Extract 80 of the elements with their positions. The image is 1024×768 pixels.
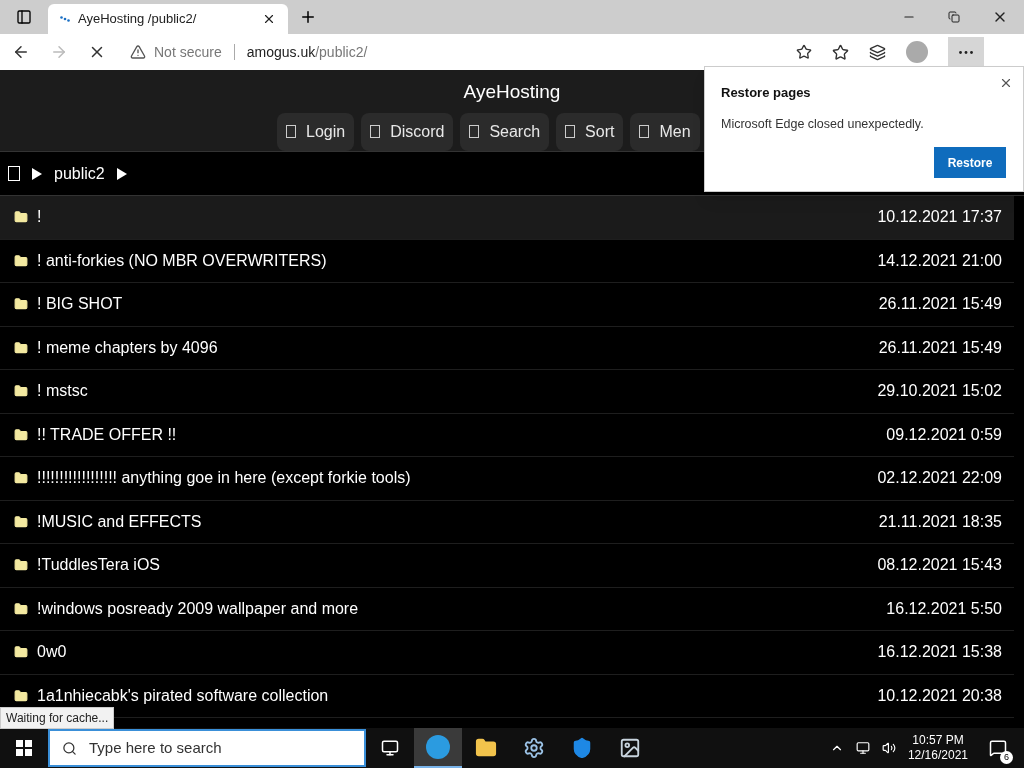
volume-icon[interactable] — [881, 741, 896, 755]
file-date: 10.12.2021 17:37 — [877, 207, 1002, 228]
tab-title: AyeHosting /public2/ — [78, 10, 198, 29]
site-title: AyeHosting — [463, 80, 561, 104]
folder-icon — [14, 340, 28, 355]
file-date: 14.12.2021 21:00 — [877, 250, 1002, 271]
more-icon — [959, 50, 973, 54]
warning-icon — [130, 44, 146, 60]
folder-icon — [14, 210, 28, 225]
new-tab-icon[interactable] — [299, 8, 317, 26]
restore-button[interactable]: Restore — [934, 147, 1006, 179]
nav-button[interactable]: Sort — [556, 112, 624, 151]
file-name: 1a1nhiecabk's pirated software collection — [37, 685, 330, 706]
folder-icon — [14, 384, 28, 399]
folder-icon — [14, 253, 28, 268]
folder-icon — [14, 471, 28, 486]
favorites-icon[interactable] — [832, 43, 849, 61]
play-arrow-icon[interactable] — [32, 167, 42, 180]
file-date: 21.11.2021 18:35 — [878, 511, 1002, 532]
add-favorite-icon[interactable] — [796, 44, 812, 60]
browser-tab[interactable]: AyeHosting /public2/ — [48, 4, 288, 34]
clock-time[interactable]: 10:57 PM — [912, 733, 964, 748]
file-date: 08.12.2021 15:43 — [877, 555, 1002, 576]
file-name: ! BIG SHOT — [37, 294, 124, 315]
popup-message: Microsoft Edge closed unexpectedly. — [721, 115, 924, 133]
picture-viewer-icon[interactable] — [619, 737, 641, 759]
close-tab-icon[interactable] — [262, 12, 276, 26]
file-date: 10.12.2021 20:38 — [877, 685, 1002, 706]
url-text: amogus.uk/public2/ — [246, 42, 368, 62]
file-date: 26.11.2021 15:49 — [878, 294, 1002, 315]
shield-icon[interactable] — [571, 737, 593, 759]
file-date: 26.11.2021 15:49 — [878, 337, 1002, 358]
nav-button[interactable]: Discord — [361, 112, 454, 151]
close-icon[interactable] — [999, 76, 1013, 90]
breadcrumb-link[interactable]: public2 — [54, 161, 105, 186]
taskbar-search-field[interactable]: Type here to search — [48, 729, 366, 767]
settings-icon[interactable] — [523, 737, 545, 759]
folder-icon — [14, 297, 28, 312]
file-name: ! — [37, 207, 43, 228]
folder-icon — [14, 688, 28, 703]
folder-icon — [14, 514, 28, 529]
clock-date[interactable]: 12/16/2021 — [907, 748, 968, 763]
file-name: !TuddlesTera iOS — [37, 555, 161, 576]
start-icon[interactable] — [16, 740, 32, 756]
file-name: ! anti-forkies (NO MBR OVERWRITERS) — [37, 250, 328, 271]
file-date: 02.12.2021 22:09 — [877, 468, 1002, 489]
nav-button[interactable]: Login — [277, 112, 355, 151]
file-date: 09.12.2021 0:59 — [886, 424, 1002, 445]
file-date: 29.10.2021 15:02 — [877, 381, 1002, 402]
file-date: 16.12.2021 15:38 — [877, 642, 1002, 663]
restore-window-icon[interactable] — [948, 11, 960, 23]
file-name: ! meme chapters by 4096 — [37, 337, 219, 358]
file-name: !MUSIC and EFFECTS — [37, 511, 203, 532]
file-name: ! mstsc — [37, 381, 89, 402]
notification-count: 6 — [1000, 751, 1013, 764]
popup-title: Restore pages — [721, 84, 811, 102]
folder-icon — [14, 558, 28, 573]
file-name: !!!!!!!!!!!!!!!!!! anything goe in here (except forkie tools) — [37, 468, 412, 489]
network-icon[interactable] — [855, 741, 870, 755]
folder-icon — [14, 601, 28, 616]
file-row[interactable]: ! 10.12.2021 17:37 — [0, 196, 1014, 240]
search-icon — [62, 740, 77, 756]
checkbox[interactable] — [8, 166, 20, 181]
search-placeholder: Type here to search — [89, 737, 222, 758]
play-arrow-icon[interactable] — [116, 167, 127, 180]
tab-actions-icon[interactable] — [16, 9, 32, 25]
folder-icon — [14, 427, 28, 442]
status-tooltip: Waiting for cache... — [0, 707, 115, 729]
file-explorer-icon[interactable] — [475, 737, 497, 759]
folder-icon — [14, 645, 28, 660]
file-name: 0w0 — [37, 642, 68, 663]
back-icon[interactable] — [12, 43, 30, 61]
loading-icon — [60, 16, 70, 22]
nav-button[interactable]: Men — [630, 112, 700, 151]
file-name: !! TRADE OFFER !! — [37, 424, 178, 445]
file-date: 16.12.2021 5:50 — [886, 598, 1002, 619]
nav-button[interactable]: Search — [460, 112, 550, 151]
file-name: !windows posready 2009 wallpaper and more — [37, 598, 360, 619]
notifications-button[interactable]: 6 — [980, 730, 1016, 766]
security-label: Not secure — [154, 42, 222, 62]
